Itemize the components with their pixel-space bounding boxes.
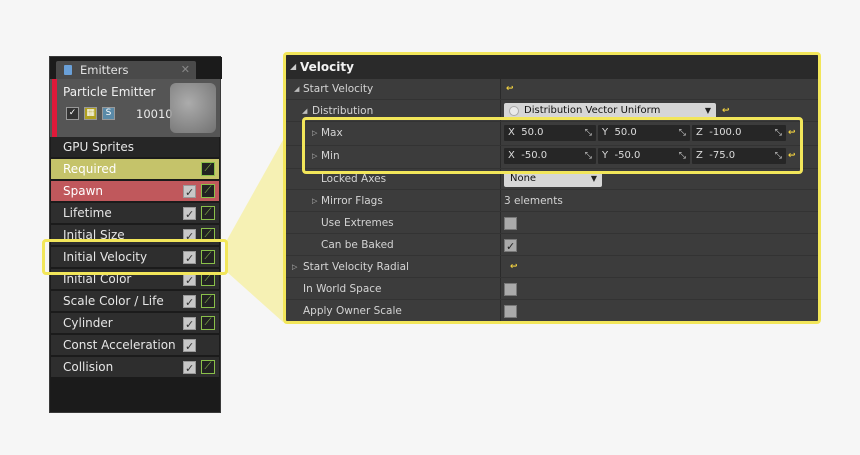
collapse-triangle-icon[interactable]: ◢ <box>290 55 296 79</box>
module-label: Cylinder <box>63 316 113 330</box>
module-label: Required <box>63 162 117 176</box>
enable-checkbox-icon[interactable]: ✓ <box>66 107 79 120</box>
row-start-velocity: ◢ Start Velocity ↩ <box>286 79 818 100</box>
category-header-velocity[interactable]: ◢ Velocity <box>286 55 818 79</box>
use-extremes-checkbox[interactable] <box>504 217 517 230</box>
emitter-name: Particle Emitter <box>63 85 156 99</box>
row-in-world-space: In World Space <box>286 279 818 300</box>
row-mirror-flags: ▷ Mirror Flags 3 elements <box>286 191 818 212</box>
row-label: Start Velocity <box>303 83 374 95</box>
module-scale-color-life[interactable]: Scale Color / Life ⟋ <box>51 291 219 313</box>
emitters-tab-bar: Emitters ✕ <box>50 57 222 79</box>
enable-checkbox[interactable] <box>183 292 196 313</box>
category-title: Velocity <box>300 60 354 74</box>
dropdown-value: Distribution Vector Uniform <box>524 105 661 116</box>
module-spawn[interactable]: Spawn ⟋ <box>51 181 219 203</box>
velocity-details-panel: ◢ Velocity ◢ Start Velocity ↩ ◢ Distribu… <box>283 52 821 324</box>
module-const-acceleration[interactable]: Const Acceleration <box>51 335 219 357</box>
in-world-space-checkbox[interactable] <box>504 283 517 296</box>
row-label: Apply Owner Scale <box>303 305 402 317</box>
expand-triangle-icon[interactable]: ▷ <box>312 191 317 212</box>
expand-triangle-icon[interactable]: ▷ <box>292 257 297 278</box>
collapse-triangle-icon[interactable]: ◢ <box>294 79 299 100</box>
row-label: Mirror Flags <box>321 195 383 207</box>
emitters-tab[interactable]: Emitters ✕ <box>56 61 196 79</box>
curve-graph-icon[interactable]: ⟋ <box>201 206 215 220</box>
module-label: Scale Color / Life <box>63 294 164 308</box>
solo-icon[interactable]: S <box>102 107 115 120</box>
row-label: In World Space <box>303 283 382 295</box>
enable-checkbox[interactable] <box>183 336 196 357</box>
module-collision[interactable]: Collision ⟋ <box>51 357 219 379</box>
module-gpu-sprites[interactable]: GPU Sprites <box>51 137 219 158</box>
class-icon <box>509 106 519 116</box>
emitter-accent-bar <box>52 79 57 137</box>
module-label: Lifetime <box>63 206 112 220</box>
render-mode-icon[interactable]: ▦ <box>84 107 97 120</box>
row-label: Start Velocity Radial <box>303 261 409 273</box>
row-label: Can be Baked <box>321 239 394 251</box>
curve-graph-icon[interactable]: ⟋ <box>201 294 215 308</box>
curve-graph-icon[interactable]: ⟋ <box>201 162 215 176</box>
module-lifetime[interactable]: Lifetime ⟋ <box>51 203 219 225</box>
emitters-tab-label: Emitters <box>80 63 129 77</box>
module-cylinder[interactable]: Cylinder ⟋ <box>51 313 219 335</box>
row-start-velocity-radial: ▷ Start Velocity Radial ↩ <box>286 257 818 278</box>
enable-checkbox[interactable] <box>183 314 196 335</box>
module-label: Spawn <box>63 184 104 198</box>
can-be-baked-checkbox[interactable] <box>504 236 517 257</box>
cascade-icon <box>64 65 72 75</box>
enable-checkbox[interactable] <box>183 204 196 225</box>
module-label: Collision <box>63 360 114 374</box>
reset-arrow-icon[interactable]: ↩ <box>510 257 518 278</box>
row-apply-owner-scale: Apply Owner Scale <box>286 301 818 321</box>
enable-checkbox[interactable] <box>183 182 196 203</box>
max-min-highlight <box>302 117 803 174</box>
emitter-header[interactable]: Particle Emitter ✓ ▦ S 10010 <box>50 79 220 137</box>
emitter-thumbnail <box>170 83 216 133</box>
apply-owner-scale-checkbox[interactable] <box>504 305 517 318</box>
enable-checkbox[interactable] <box>183 358 196 379</box>
reset-arrow-icon[interactable]: ↩ <box>506 79 514 100</box>
emitters-panel: Emitters ✕ Particle Emitter ✓ ▦ S 10010 … <box>49 56 222 413</box>
dropdown-value: None <box>510 173 537 184</box>
curve-graph-icon[interactable]: ⟋ <box>201 184 215 198</box>
module-label: Const Acceleration <box>63 338 176 352</box>
row-use-extremes: Use Extremes <box>286 213 818 234</box>
module-label: GPU Sprites <box>63 140 134 154</box>
curve-graph-icon[interactable]: ⟋ <box>201 360 215 374</box>
particle-count: 10010 <box>136 107 173 121</box>
module-required[interactable]: Required ⟋ <box>51 159 219 180</box>
row-label: Use Extremes <box>321 217 394 229</box>
initial-velocity-highlight <box>42 239 228 275</box>
array-count: 3 elements <box>504 195 563 207</box>
row-can-be-baked: Can be Baked <box>286 235 818 257</box>
close-icon[interactable]: ✕ <box>181 61 190 79</box>
curve-graph-icon[interactable]: ⟋ <box>201 316 215 330</box>
